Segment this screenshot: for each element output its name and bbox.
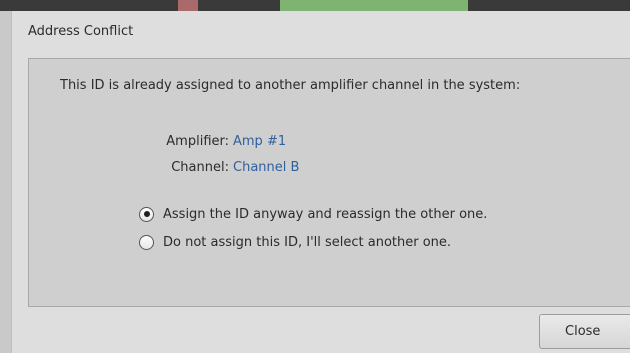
channel-value: Channel B	[233, 160, 300, 175]
radio-button-unchecked[interactable]	[139, 234, 154, 250]
option-assign-anyway-label: Assign the ID anyway and reassign the ot…	[163, 206, 488, 222]
dialog-content-panel: This ID is already assigned to another a…	[28, 58, 630, 307]
amplifier-label: Amplifier:	[166, 134, 229, 149]
close-button[interactable]: Close	[539, 314, 630, 349]
background-tab-green	[280, 0, 468, 11]
option-do-not-assign[interactable]: Do not assign this ID, I'll select anoth…	[139, 233, 451, 251]
address-conflict-dialog: Address Conflict This ID is already assi…	[11, 11, 630, 353]
background-tab-red	[178, 0, 198, 11]
channel-label: Channel:	[171, 160, 229, 175]
option-assign-anyway[interactable]: Assign the ID anyway and reassign the ot…	[139, 205, 487, 223]
background-window-strip	[0, 0, 630, 11]
amplifier-value: Amp #1	[233, 134, 287, 149]
conflict-message: This ID is already assigned to another a…	[60, 78, 521, 93]
option-do-not-assign-label: Do not assign this ID, I'll select anoth…	[163, 234, 452, 250]
radio-button-checked[interactable]	[139, 206, 154, 222]
dialog-title: Address Conflict	[28, 24, 134, 39]
